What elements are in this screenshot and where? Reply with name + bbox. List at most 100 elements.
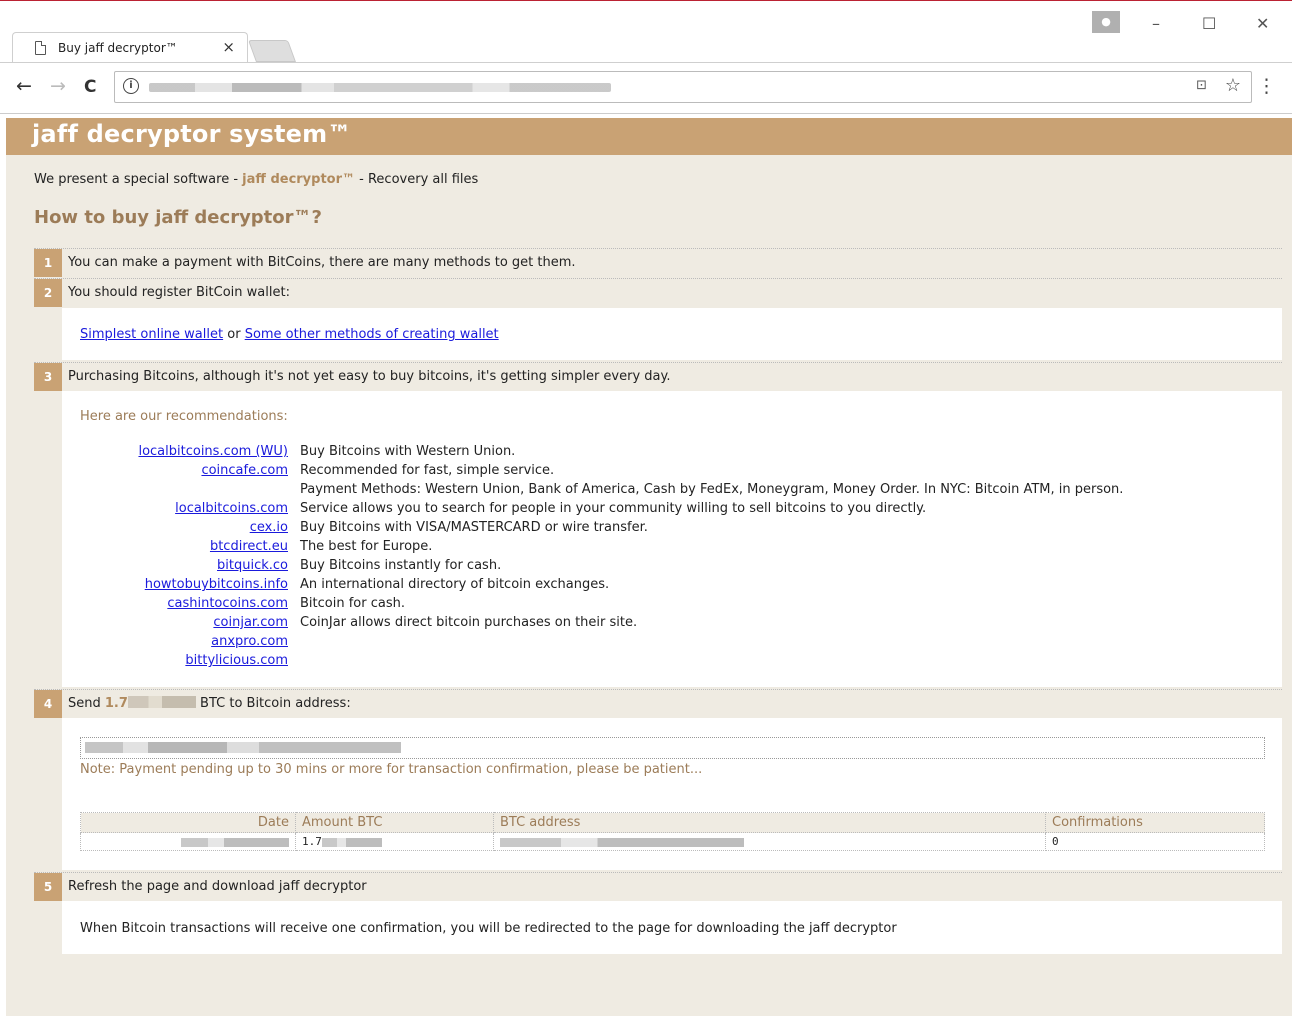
bitcoin-address-field[interactable] — [80, 737, 1265, 759]
step-text: You can make a payment with BitCoins, th… — [68, 255, 576, 270]
exchange-link[interactable]: bitquick.co — [217, 558, 288, 573]
simplest-wallet-link[interactable]: Simplest online wallet — [80, 327, 223, 342]
step-5: 5 Refresh the page and download jaff dec… — [34, 872, 1282, 901]
exchange-link[interactable]: bittylicious.com — [185, 653, 288, 668]
intro-pre: We present a special software - — [34, 172, 243, 187]
list-item: bitquick.co Buy Bitcoins instantly for ca… — [62, 558, 1282, 577]
recommendations-heading: Here are our recommendations: — [80, 409, 288, 424]
list-item: howtobuybitcoins.info An international di… — [62, 577, 1282, 596]
exchange-link[interactable]: howtobuybitcoins.info — [145, 577, 288, 592]
page-banner: jaff decryptor system™ — [6, 118, 1292, 155]
info-icon[interactable]: i — [123, 78, 139, 94]
col-confirmations: Confirmations — [1045, 812, 1265, 833]
col-address: BTC address — [493, 812, 1046, 833]
wallet-panel: Simplest online wallet or Some other met… — [62, 308, 1282, 360]
exchange-description: Payment Methods: Western Union, Bank of … — [300, 482, 1124, 497]
list-item: bittylicious.com — [62, 653, 1282, 672]
step-1: 1 You can make a payment with BitCoins, … — [34, 248, 1282, 277]
list-item: btcdirect.eu The best for Europe. — [62, 539, 1282, 558]
send-pre: Send — [68, 696, 105, 711]
other-wallet-methods-link[interactable]: Some other methods of creating wallet — [245, 327, 499, 342]
intro-brand: jaff decryptor™ — [242, 172, 356, 187]
url-text-redacted — [149, 83, 611, 92]
address-bar[interactable]: i ⊡ ☆ — [114, 71, 1252, 103]
person-icon[interactable]: ● — [1092, 11, 1120, 33]
recommendations-panel: Here are our recommendations: localbitco… — [62, 391, 1282, 687]
intro-text: We present a special software - jaff dec… — [34, 172, 478, 187]
table-row: 1.7 0 — [80, 832, 1265, 851]
step-text: Purchasing Bitcoins, although it's not y… — [68, 369, 671, 384]
translate-icon[interactable]: ⊡ — [1196, 78, 1207, 93]
back-icon[interactable]: ← — [16, 75, 32, 97]
step-number: 5 — [34, 873, 62, 901]
address-redacted — [500, 837, 744, 847]
date-redacted — [181, 837, 289, 847]
browser-toolbar: ← → C i ⊡ ☆ ⋮ — [0, 62, 1292, 114]
tab-close-icon[interactable]: × — [222, 38, 235, 56]
col-amount: Amount BTC — [295, 812, 494, 833]
bitcoin-address-redacted — [85, 742, 401, 753]
cell-address — [493, 832, 1046, 851]
step-number: 4 — [34, 690, 62, 718]
step-number: 2 — [34, 279, 62, 307]
exchange-description: Bitcoin for cash. — [300, 596, 405, 611]
send-post: BTC to Bitcoin address: — [195, 696, 351, 711]
transactions-table: Date Amount BTC BTC address Confirmation… — [80, 812, 1265, 851]
payment-panel: Note: Payment pending up to 30 mins or m… — [62, 718, 1282, 870]
final-panel: When Bitcoin transactions will receive o… — [62, 901, 1282, 954]
exchange-link[interactable]: localbitcoins.com — [175, 501, 288, 516]
page-title: How to buy jaff decryptor™? — [34, 207, 322, 228]
list-item: Payment Methods: Western Union, Bank of … — [62, 482, 1282, 501]
list-item: anxpro.com — [62, 634, 1282, 653]
wallet-links: Simplest online wallet or Some other met… — [80, 327, 499, 342]
exchange-description: Recommended for fast, simple service. — [300, 463, 555, 478]
exchange-link[interactable]: coincafe.com — [201, 463, 288, 478]
btc-amount-redacted — [127, 696, 196, 708]
exchange-link[interactable]: cashintocoins.com — [167, 596, 288, 611]
minimize-icon[interactable]: – — [1152, 14, 1160, 33]
exchange-description: Service allows you to search for people … — [300, 501, 927, 516]
tab-title: Buy jaff decryptor™ — [58, 41, 178, 55]
final-text: When Bitcoin transactions will receive o… — [80, 921, 897, 936]
step-text: Refresh the page and download jaff decry… — [68, 879, 367, 894]
step-2: 2 You should register BitCoin wallet: — [34, 278, 1282, 307]
maximize-icon[interactable]: ☐ — [1202, 14, 1216, 33]
document-icon — [35, 41, 46, 55]
exchange-description: Buy Bitcoins with VISA/MASTERCARD or wir… — [300, 520, 648, 535]
step-number: 3 — [34, 363, 62, 391]
step-3: 3 Purchasing Bitcoins, although it's not… — [34, 362, 1282, 391]
cell-amount: 1.7 — [295, 832, 494, 851]
exchange-link[interactable]: btcdirect.eu — [210, 539, 288, 554]
bookmark-star-icon[interactable]: ☆ — [1225, 75, 1241, 96]
cell-date — [80, 832, 296, 851]
step-4: 4 Send 1.7 BTC to Bitcoin address: — [34, 689, 1282, 718]
exchange-link[interactable]: coinjar.com — [213, 615, 288, 630]
tab-active[interactable]: Buy jaff decryptor™ × — [12, 32, 248, 63]
list-item: cex.io Buy Bitcoins with VISA/MASTERCARD … — [62, 520, 1282, 539]
list-item: coincafe.com Recommended for fast, simple… — [62, 463, 1282, 482]
step-text: Send 1.7 BTC to Bitcoin address: — [68, 696, 351, 711]
recommendations-list: localbitcoins.com (WU) Buy Bitcoins with … — [62, 444, 1282, 672]
col-date: Date — [80, 812, 296, 833]
window-close-icon[interactable]: ✕ — [1256, 14, 1269, 33]
amount-redacted — [321, 837, 382, 847]
intro-post: - Recovery all files — [355, 172, 479, 187]
browser-menu-icon[interactable]: ⋮ — [1257, 75, 1276, 97]
table-header-row: Date Amount BTC BTC address Confirmation… — [80, 812, 1265, 833]
forward-icon[interactable]: → — [50, 75, 66, 97]
btc-amount: 1.7 — [104, 696, 128, 711]
new-tab-button[interactable] — [247, 40, 297, 62]
list-item: cashintocoins.com Bitcoin for cash. — [62, 596, 1282, 615]
exchange-description: The best for Europe. — [300, 539, 433, 554]
browser-window: Buy jaff decryptor™ × ● – ☐ ✕ ← → C i ⊡ … — [0, 0, 1292, 1016]
cell-confirmations: 0 — [1045, 832, 1265, 851]
exchange-link[interactable]: anxpro.com — [211, 634, 288, 649]
exchange-link[interactable]: localbitcoins.com (WU) — [138, 444, 288, 459]
payment-note: Note: Payment pending up to 30 mins or m… — [80, 762, 703, 777]
exchange-description: CoinJar allows direct bitcoin purchases … — [300, 615, 638, 630]
reload-icon[interactable]: C — [84, 77, 96, 97]
exchange-link[interactable]: cex.io — [250, 520, 288, 535]
tab-bar: Buy jaff decryptor™ × ● – ☐ ✕ — [0, 2, 1292, 63]
exchange-description: Buy Bitcoins instantly for cash. — [300, 558, 502, 573]
list-item: localbitcoins.com Service allows you to s… — [62, 501, 1282, 520]
